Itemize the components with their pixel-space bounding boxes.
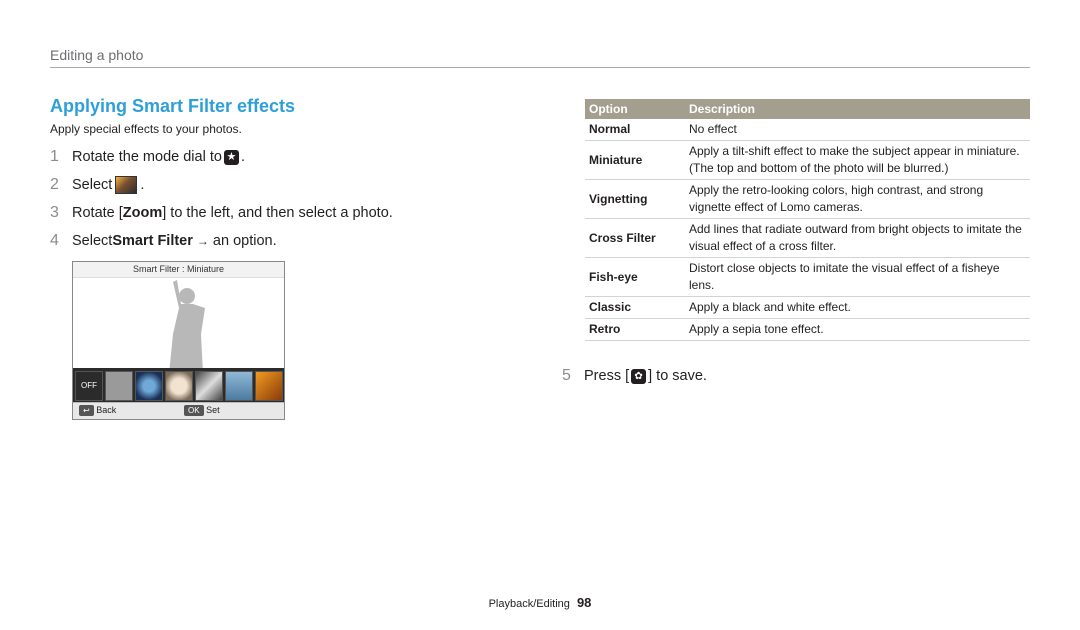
table-row: Normal No effect [585,119,1030,141]
step-number: 5 [562,367,571,384]
page-subtitle: Apply special effects to your photos. [50,122,242,136]
macro-flower-icon: ✿ [631,368,647,384]
filter-thumb[interactable] [195,370,223,401]
filter-off-thumb[interactable]: OFF [75,370,103,401]
smart-filter-icon [115,176,138,194]
table-row: Cross Filter Add lines that radiate outwa… [585,218,1030,258]
option-cell: Retro [585,318,685,341]
step-text: . [140,177,145,193]
step-number: 1 [50,148,59,165]
filter-thumb[interactable] [165,370,193,401]
description-cell: Add lines that radiate outward from brig… [685,218,1030,258]
step-number: 3 [50,204,59,221]
set-control[interactable]: OK Set [184,405,220,416]
back-arrow-icon: ↩ [79,405,94,416]
step-text: ] to save. [648,368,707,384]
filter-thumb[interactable] [225,370,253,401]
step-text: Select [72,233,113,249]
page-number: 98 [576,595,592,610]
camera-screen: Smart Filter : Miniature OFF ↩ Back OK S… [72,261,285,420]
option-cell: Classic [585,296,685,319]
step-number: 2 [50,176,59,193]
table-row: Fish-eye Distort close objects to imitate… [585,257,1030,297]
page-footer: Playback/Editing 98 [0,595,1080,610]
table-row: Retro Apply a sepia tone effect. [585,318,1030,341]
step-number: 4 [50,232,59,249]
arrow-icon: → [196,234,209,248]
option-cell: Vignetting [585,179,685,219]
step-text: Rotate the mode dial to [72,149,222,165]
step-3: 3 Rotate [ Zoom ] to the left, and then … [50,204,393,222]
filter-thumb[interactable] [105,370,133,401]
filter-thumb[interactable] [255,370,283,401]
description-cell: Apply a sepia tone effect. [685,318,1030,341]
back-label: Back [96,405,117,415]
header-divider [50,67,1030,68]
step-2: 2 Select . [50,176,144,194]
option-cell: Normal [585,119,685,141]
step-text: Press [ [584,368,630,384]
step-text: an option. [212,233,277,249]
step-5: 5 Press [ ✿ ] to save. [562,367,707,385]
step-bold: Smart Filter [112,233,193,249]
step-4: 4 Select Smart Filter → an option. [50,232,277,250]
table-header-row: Option Description [585,99,1030,119]
option-cell: Cross Filter [585,218,685,258]
section-header: Editing a photo [50,47,144,63]
screen-bottom-bar: ↩ Back OK Set [73,402,284,419]
step-text: . [240,149,245,165]
step-bold: Zoom [122,205,163,221]
description-cell: Distort close objects to imitate the vis… [685,257,1030,297]
option-cell: Miniature [585,140,685,180]
footer-section: Playback/Editing [488,598,570,610]
page-title: Applying Smart Filter effects [50,96,296,116]
filter-thumbnail-strip[interactable]: OFF [73,368,284,403]
step-text: Rotate [ [72,205,123,221]
step-text: ] to the left, and then select a photo. [162,205,393,221]
back-control[interactable]: ↩ Back [79,405,116,416]
table-row: Vignetting Apply the retro-looking colors… [585,179,1030,219]
filter-thumb[interactable] [135,370,163,401]
step-text: Select [72,177,113,193]
options-table: Option Description Normal No effect Minia… [585,99,1030,341]
table-row: Miniature Apply a tilt-shift effect to ma… [585,140,1030,180]
header-description: Description [685,99,1030,119]
option-cell: Fish-eye [585,257,685,297]
set-label: Set [206,405,220,415]
header-option: Option [585,99,685,119]
description-cell: Apply a tilt-shift effect to make the su… [685,140,1030,180]
off-label: OFF [81,381,97,390]
table-row: Classic Apply a black and white effect. [585,296,1030,319]
ok-key-icon: OK [184,405,204,416]
description-cell: Apply a black and white effect. [685,296,1030,319]
description-cell: Apply the retro-looking colors, high con… [685,179,1030,219]
description-cell: No effect [685,119,1030,141]
person-silhouette-icon [169,280,205,374]
step-1: 1 Rotate the mode dial to ★ . [50,148,245,166]
camera-star-icon: ★ [223,149,239,165]
